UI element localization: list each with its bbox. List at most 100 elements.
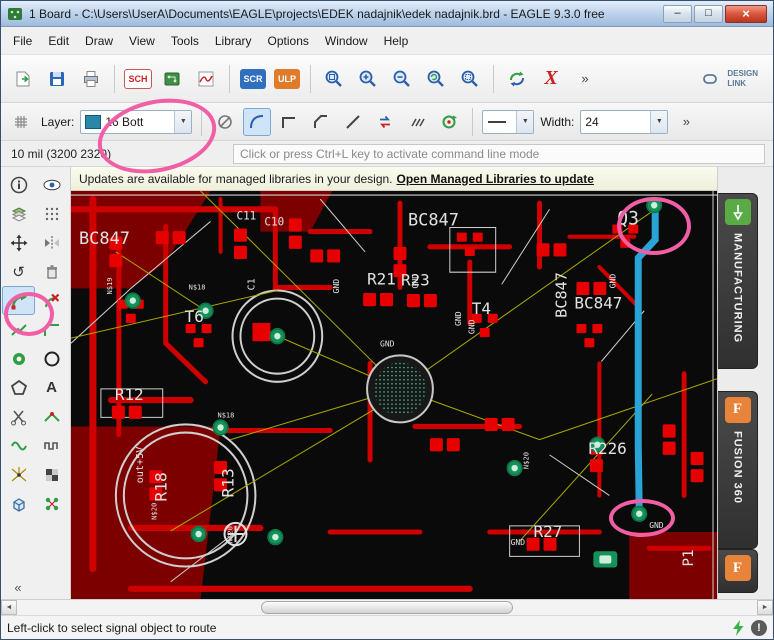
scroll-right-button[interactable]: ►: [757, 600, 773, 615]
swap-layer-button[interactable]: [371, 108, 399, 136]
minimize-button[interactable]: –: [663, 4, 692, 23]
scroll-track[interactable]: [17, 600, 757, 615]
width-select[interactable]: 24 ▼: [580, 109, 669, 134]
toolbar-overflow-button[interactable]: »: [569, 63, 601, 95]
ripup-button[interactable]: [35, 286, 68, 315]
route-button[interactable]: [2, 286, 35, 315]
menu-draw[interactable]: Draw: [77, 30, 121, 52]
fusion-mini-tab[interactable]: F: [718, 549, 758, 593]
open-managed-libraries-link[interactable]: Open Managed Libraries to update: [397, 172, 594, 186]
bend-straight-button[interactable]: [339, 108, 367, 136]
design-link-button[interactable]: DESIGN LINK: [692, 66, 767, 91]
line-style-dropdown-arrow[interactable]: ▼: [516, 110, 534, 133]
display-layers-button[interactable]: [2, 199, 35, 228]
cube-3d-button[interactable]: [2, 489, 35, 518]
board-button[interactable]: [156, 63, 188, 95]
collapse-palette-button[interactable]: «: [5, 577, 31, 597]
scroll-left-button[interactable]: ◄: [1, 600, 17, 615]
miter-button[interactable]: [35, 315, 68, 344]
menu-tools[interactable]: Tools: [163, 30, 207, 52]
titlebar[interactable]: 1 Board - C:\Users\UserA\Documents\EAGLE…: [1, 1, 773, 27]
right-dock: MANUFACTURING F FUSION 360 F: [717, 167, 773, 599]
menu-edit[interactable]: Edit: [40, 30, 77, 52]
bend-45-button[interactable]: [307, 108, 335, 136]
close-button[interactable]: ×: [725, 4, 767, 23]
line-style-select[interactable]: ▼: [482, 109, 535, 134]
menu-view[interactable]: View: [121, 30, 163, 52]
layer-select[interactable]: 16 Bott ▼: [80, 109, 193, 134]
width-dropdown-arrow[interactable]: ▼: [650, 110, 668, 133]
miter-icon: [43, 323, 59, 336]
print-button[interactable]: [75, 63, 107, 95]
online-lightning-icon[interactable]: [731, 619, 745, 636]
refresh-button[interactable]: [501, 63, 533, 95]
grid-icon: [15, 115, 27, 128]
optimize-icon: [43, 411, 60, 422]
fusion-360-tab[interactable]: F FUSION 360: [718, 390, 758, 550]
menu-library[interactable]: Library: [207, 30, 260, 52]
route-overflow-button[interactable]: »: [672, 108, 700, 136]
maximize-icon: □: [705, 7, 712, 19]
layer-dropdown-arrow[interactable]: ▼: [174, 110, 192, 133]
command-line-input[interactable]: [233, 143, 765, 164]
circle-icon: [44, 351, 59, 366]
split-button[interactable]: [2, 402, 35, 431]
rotate-button[interactable]: ↺: [2, 257, 35, 286]
simulation-x-button[interactable]: X: [535, 63, 567, 95]
zoom-in-button[interactable]: [352, 63, 384, 95]
menu-options[interactable]: Options: [260, 30, 317, 52]
ratsnest-button[interactable]: [2, 460, 35, 489]
bend-90-button[interactable]: [275, 108, 303, 136]
menu-file[interactable]: File: [5, 30, 40, 52]
swap-layer-icon: [380, 115, 391, 128]
open-board-button[interactable]: [7, 63, 39, 95]
circle-button[interactable]: [35, 344, 68, 373]
cam-chart-button[interactable]: [190, 63, 222, 95]
zoom-out-button[interactable]: [386, 63, 418, 95]
wire-button[interactable]: [2, 315, 35, 344]
menu-help[interactable]: Help: [376, 30, 417, 52]
save-button[interactable]: [41, 63, 73, 95]
manufacturing-tab[interactable]: MANUFACTURING: [718, 193, 758, 369]
followme-route-button[interactable]: [435, 108, 463, 136]
pcb-drawing: BC847C11 C10 BC847 Q3R21 R23 BC847 BC847T6 T4R1…: [71, 191, 717, 599]
separator: [201, 107, 203, 136]
board-canvas[interactable]: BC847 C11 C10 BC847 Q3 R21 R23 BC847 BC847 T6 T4 R1…: [71, 191, 717, 599]
print-icon: [84, 70, 98, 87]
mirror-button[interactable]: [35, 228, 68, 257]
grid-button[interactable]: [7, 108, 35, 136]
options-grid-button[interactable]: [35, 199, 68, 228]
zoom-fit-button[interactable]: [318, 63, 350, 95]
show-button[interactable]: [35, 170, 68, 199]
scr-button[interactable]: SCR: [237, 63, 269, 95]
menu-window[interactable]: Window: [317, 30, 376, 52]
optimize-button[interactable]: [35, 402, 68, 431]
drc-button[interactable]: [35, 460, 68, 489]
maximize-button[interactable]: □: [694, 4, 723, 23]
schematic-button[interactable]: SCH: [122, 63, 154, 95]
bend-round-button[interactable]: [243, 107, 272, 136]
zoom-select-button[interactable]: [454, 63, 486, 95]
scroll-thumb[interactable]: [261, 601, 513, 614]
alert-icon[interactable]: !: [751, 619, 767, 636]
signal-button[interactable]: [2, 431, 35, 460]
delete-button[interactable]: [35, 257, 68, 286]
polygon-icon: [10, 379, 27, 395]
zoom-redraw-button[interactable]: [420, 63, 452, 95]
via-button[interactable]: [2, 344, 35, 373]
pcb-label: R226: [588, 439, 626, 458]
avoid-obstacles-button[interactable]: [211, 108, 239, 136]
info-button[interactable]: [2, 170, 35, 199]
info-icon: [10, 176, 27, 193]
meander-button[interactable]: [35, 431, 68, 460]
ulp-button[interactable]: ULP: [271, 63, 303, 95]
fanout-button[interactable]: [35, 489, 68, 518]
save-icon: [50, 71, 64, 86]
cursor-coordinates: 10 mil (3200 2320): [11, 146, 112, 161]
text-button[interactable]: A: [35, 373, 68, 402]
separator: [493, 64, 494, 93]
move-button[interactable]: [2, 228, 35, 257]
polygon-button[interactable]: [2, 373, 35, 402]
auto-bend-button[interactable]: [403, 108, 431, 136]
command-bar: 10 mil (3200 2320): [1, 141, 773, 167]
